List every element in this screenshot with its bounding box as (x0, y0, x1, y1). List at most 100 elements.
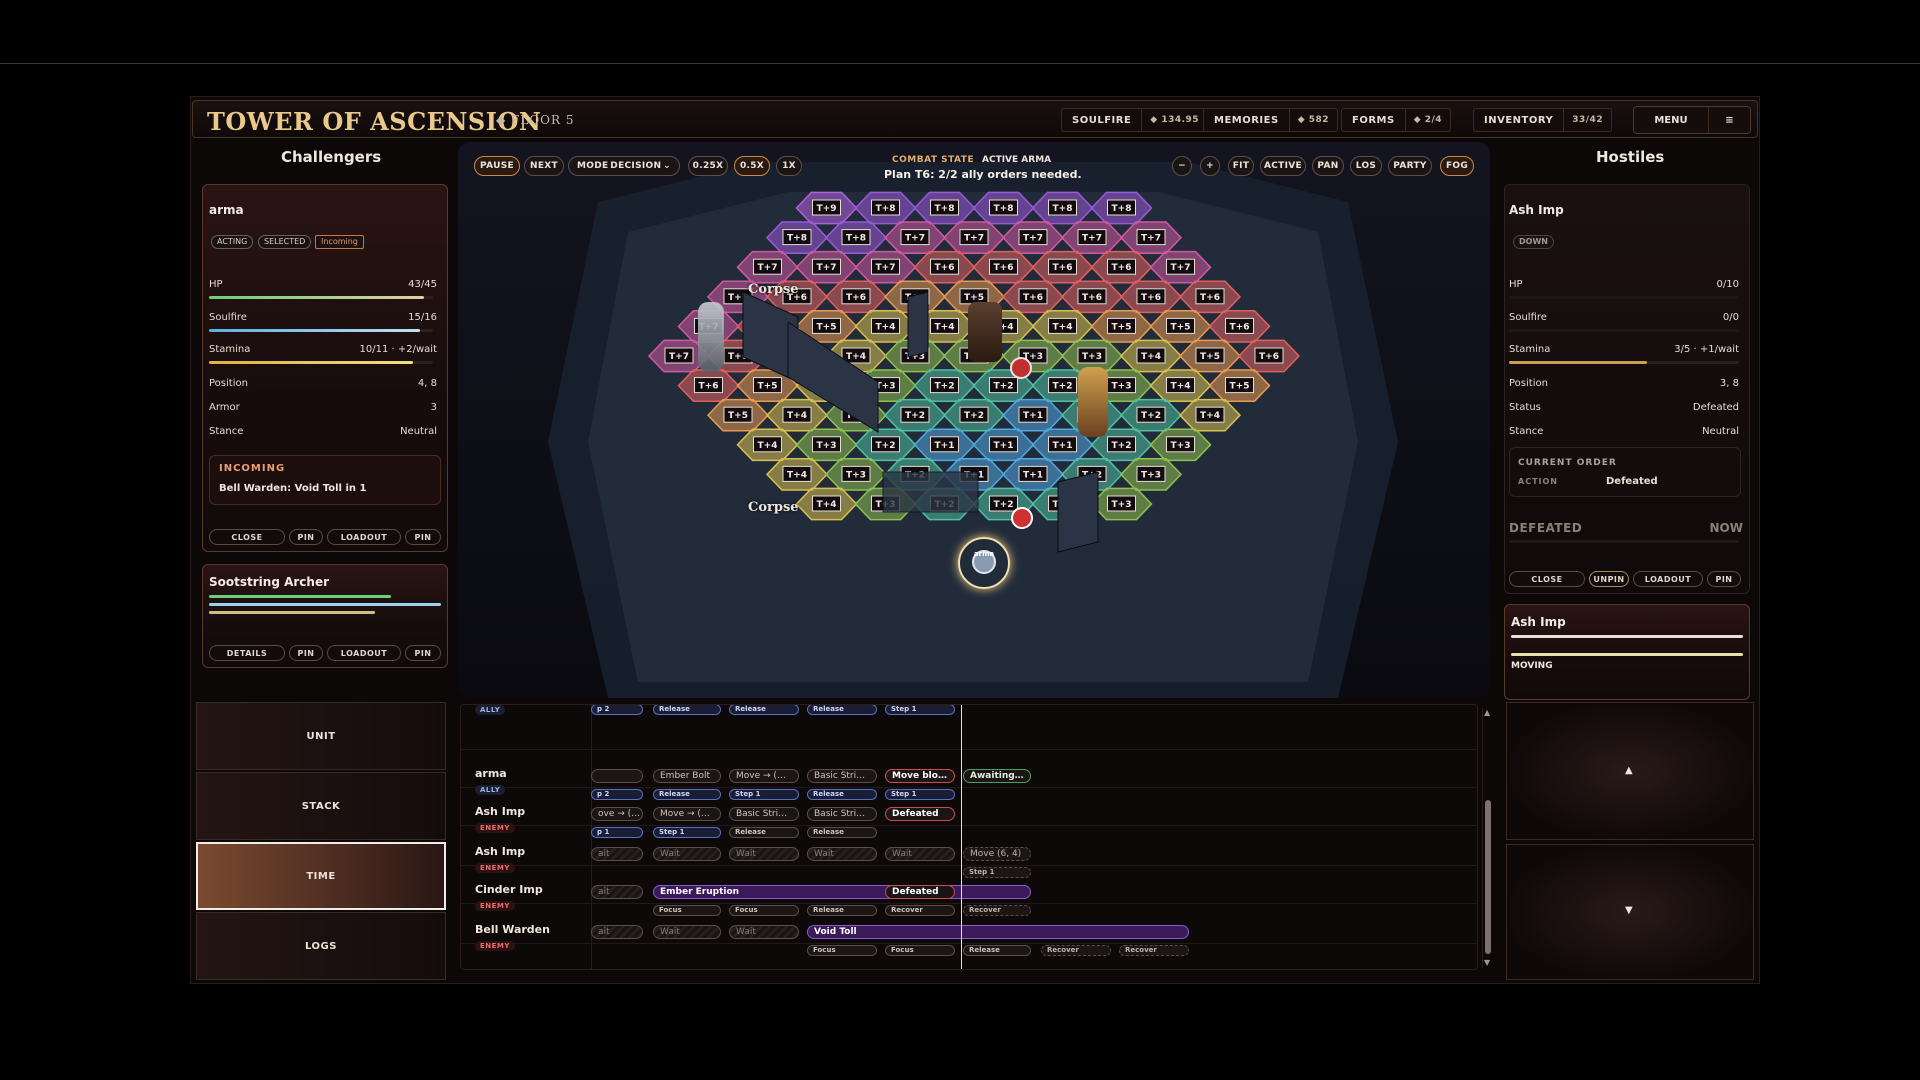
timeline-action-chip[interactable]: Step 1 (885, 705, 955, 715)
timeline-action-chip[interactable]: Recover (963, 905, 1031, 916)
soulfire-stat[interactable]: SOULFIRE ◆ 134.95 (1061, 108, 1209, 132)
timeline-action-chip[interactable]: Release (807, 827, 877, 838)
menu-button[interactable]: MENU (1634, 107, 1708, 133)
tab-stack[interactable]: STACK (196, 772, 446, 840)
scroll-down-icon[interactable]: ▼ (1484, 958, 1490, 967)
timeline-action-chip[interactable]: Ember Bolt (653, 769, 721, 783)
timeline-action-chip[interactable]: Focus (653, 905, 721, 916)
hamburger-icon[interactable]: ≡ (1708, 107, 1750, 133)
timeline-action-chip[interactable]: Wait (729, 847, 799, 861)
pause-button[interactable]: PAUSE (474, 156, 520, 176)
pin-button[interactable]: PIN (289, 529, 323, 545)
timeline-action-chip[interactable]: Recover (1119, 945, 1189, 956)
timeline-action-chip[interactable]: p 2 (591, 705, 643, 715)
timeline-action-chip[interactable]: ait (591, 847, 643, 861)
loadout-button[interactable]: LOADOUT (327, 645, 401, 661)
chevron-up-icon[interactable]: ▲ (1625, 765, 1633, 776)
timeline-action-chip[interactable]: Focus (729, 905, 799, 916)
fit-button[interactable]: FIT (1228, 156, 1254, 176)
timeline-action-chip[interactable]: Release (807, 905, 877, 916)
hex-grid[interactable]: T+9 T+8 T+8 T+8 T+8 T+8 T+8 T+8 T+7 T+7 T+7 T+7 T+7 T… (458, 142, 1490, 698)
timeline-action-chip[interactable]: Wait (729, 925, 799, 939)
active-button[interactable]: ACTIVE (1260, 156, 1306, 176)
tab-time[interactable]: TIME (196, 842, 446, 910)
scroll-up-panel[interactable]: ▲ (1506, 702, 1754, 840)
hostile-card-ash-imp[interactable]: Ash Imp DOWN HP 0/10 Soulfire 0/0 Stamina 3… (1504, 184, 1750, 594)
chevron-down-icon[interactable]: ▼ (1625, 905, 1633, 916)
timeline-action-chip[interactable]: Step 1 (729, 789, 799, 800)
close-button[interactable]: CLOSE (209, 529, 285, 545)
timeline-action-chip[interactable]: ait (591, 885, 643, 899)
timeline-action-chip[interactable]: Release (729, 705, 799, 715)
unpin-button[interactable]: UNPIN (1589, 571, 1629, 587)
timeline-action-chip[interactable]: Step 1 (963, 867, 1031, 878)
target-marker-icon[interactable] (1011, 507, 1033, 529)
timeline-action-chip[interactable]: Step 1 (653, 827, 721, 838)
pin-button[interactable]: PIN (405, 529, 441, 545)
timeline-action-chip[interactable]: Step 1 (885, 789, 955, 800)
timeline-action-chip[interactable]: Basic Stri… (807, 807, 877, 821)
memories-stat[interactable]: MEMORIES ◆ 582 (1203, 108, 1339, 132)
timeline-action-chip[interactable]: Focus (807, 945, 877, 956)
forms-stat[interactable]: FORMS ◆ 2/4 (1341, 108, 1452, 132)
los-button[interactable]: LOS (1350, 156, 1382, 176)
loadout-button[interactable]: LOADOUT (327, 529, 401, 545)
timeline-action-chip[interactable]: p 2 (591, 789, 643, 800)
loadout-button[interactable]: LOADOUT (1633, 571, 1703, 587)
tab-logs[interactable]: LOGS (196, 912, 446, 980)
speed-05-button[interactable]: 0.5X (734, 156, 770, 176)
ash-imp-sprite[interactable] (968, 302, 1002, 362)
timeline-action-chip[interactable]: Basic Stri… (729, 807, 799, 821)
timeline-action-chip[interactable]: Release (963, 945, 1031, 956)
pan-button[interactable]: PAN (1312, 156, 1344, 176)
speed-1-button[interactable]: 1X (776, 156, 802, 176)
party-button[interactable]: PARTY (1388, 156, 1432, 176)
inventory-stat[interactable]: INVENTORY 33/42 (1473, 108, 1613, 132)
timeline-action-chip[interactable]: Recover (1041, 945, 1111, 956)
timeline-action-chip[interactable]: Release (653, 789, 721, 800)
close-button[interactable]: CLOSE (1509, 571, 1585, 587)
threat-marker-icon[interactable] (1010, 357, 1032, 379)
timeline-action-chip[interactable]: Release (807, 789, 877, 800)
details-button[interactable]: DETAILS (209, 645, 285, 661)
ally-ghost-sprite[interactable] (698, 302, 724, 372)
timeline-action-chip[interactable]: Wait (807, 847, 877, 861)
scroll-up-icon[interactable]: ▲ (1484, 708, 1490, 717)
timeline-action-chip[interactable]: ait (591, 925, 643, 939)
scrollbar-thumb[interactable] (1485, 800, 1491, 954)
pin-button[interactable]: PIN (289, 645, 323, 661)
timeline-action-chip[interactable]: Release (729, 827, 799, 838)
speed-025-button[interactable]: 0.25X (688, 156, 728, 176)
timeline-panel[interactable]: ALLY arma ALLY Ash Imp ENEMY Ash Imp ENEMY Cind… (460, 704, 1478, 970)
zoom-in-button[interactable]: + (1200, 156, 1220, 176)
timeline-action-chip[interactable]: Awaiting… (963, 769, 1031, 783)
timeline-action-chip[interactable]: Void Toll (807, 925, 1189, 939)
timeline-action-chip[interactable] (591, 769, 643, 783)
pin-button[interactable]: PIN (1707, 571, 1741, 587)
timeline-action-chip[interactable]: Move blo… (885, 769, 955, 783)
bell-warden-sprite[interactable] (1078, 367, 1108, 437)
timeline-scrollbar[interactable]: ▲ ▼ (1482, 708, 1492, 968)
fog-button[interactable]: FOG (1440, 156, 1474, 176)
hostile-card-ash-imp-2[interactable]: Ash Imp MOVING (1504, 604, 1750, 700)
timeline-action-chip[interactable]: Move → (… (729, 769, 799, 783)
timeline-action-chip[interactable]: Release (807, 705, 877, 715)
timeline-action-chip[interactable]: Defeated (885, 885, 955, 899)
timeline-action-chip[interactable]: Wait (653, 847, 721, 861)
timeline-action-chip[interactable]: Recover (885, 905, 955, 916)
timeline-action-chip[interactable]: Basic Stri… (807, 769, 877, 783)
next-button[interactable]: NEXT (524, 156, 564, 176)
battle-map[interactable]: T+9 T+8 T+8 T+8 T+8 T+8 T+8 T+8 T+7 T+7 T+7 T+7 T+7 T… (458, 142, 1490, 698)
timeline-action-chip[interactable]: Wait (885, 847, 955, 861)
scroll-down-panel[interactable]: ▼ (1506, 844, 1754, 980)
challenger-card-archer[interactable]: Sootstring Archer DETAILS PIN LOADOUT PI… (202, 564, 448, 668)
timeline-action-chip[interactable]: Focus (885, 945, 955, 956)
timeline-action-chip[interactable]: Move (6, 4) (963, 847, 1031, 861)
mode-select[interactable]: MODE DECISION ⌄ (568, 156, 680, 176)
timeline-action-chip[interactable]: p 1 (591, 827, 643, 838)
timeline-action-chip[interactable]: Ember Eruption (653, 885, 1031, 899)
timeline-action-chip[interactable]: ove → (… (591, 807, 643, 821)
zoom-out-button[interactable]: − (1172, 156, 1192, 176)
challenger-card-arma[interactable]: arma ACTING SELECTED Incoming HP 43/45 So… (202, 184, 448, 552)
timeline-action-chip[interactable]: Release (653, 705, 721, 715)
